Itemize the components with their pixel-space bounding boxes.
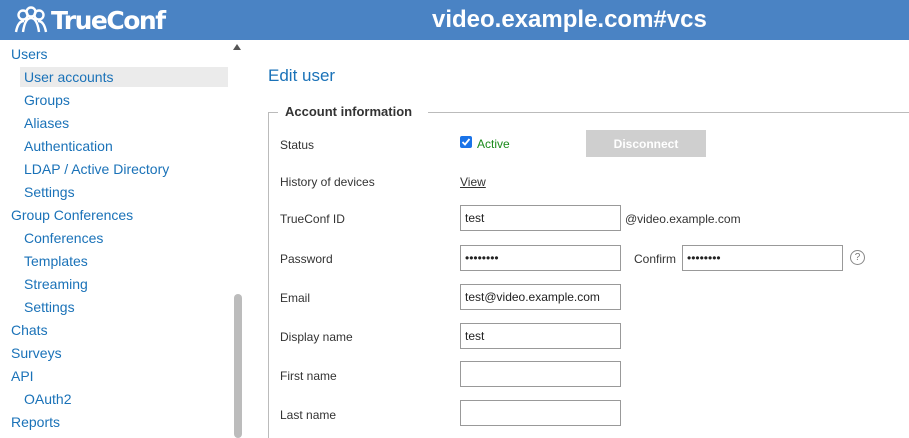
sidebar-item-groups[interactable]: Groups [24,90,70,110]
last-name-label: Last name [280,408,337,422]
history-label: History of devices [280,175,375,189]
email-label: Email [280,291,311,305]
sidebar-item-templates[interactable]: Templates [24,251,88,271]
sidebar-item-ldap[interactable]: LDAP / Active Directory [24,159,169,179]
trueconf-id-input[interactable] [460,205,621,231]
sidebar-item-users[interactable]: Users [11,44,48,64]
logo-people-icon [14,6,48,33]
sidebar-item-aliases[interactable]: Aliases [24,113,69,133]
trueconf-id-label: TrueConf ID [280,212,345,226]
confirm-password-input[interactable] [682,245,843,271]
sidebar-item-reports[interactable]: Reports [11,412,60,432]
first-name-input[interactable] [460,361,621,387]
section-title: Account information [285,104,413,119]
sidebar-item-oauth2[interactable]: OAuth2 [24,389,71,409]
sidebar-item-chats[interactable]: Chats [11,320,48,340]
display-name-label: Display name [280,330,353,344]
sidebar-item-group-conferences[interactable]: Group Conferences [11,205,133,225]
display-name-input[interactable] [460,323,621,349]
sidebar-item-conferences[interactable]: Conferences [24,228,103,248]
view-history-link[interactable]: View [460,175,486,189]
sidebar-item-streaming[interactable]: Streaming [24,274,88,294]
app-header: TrueConf video.example.com#vcs [0,0,909,40]
confirm-label: Confirm [634,252,677,266]
logo-text: TrueConf [51,5,166,35]
active-label[interactable]: Active [477,137,510,151]
fieldset-border [268,112,278,113]
email-input[interactable] [460,284,621,310]
fieldset-border [428,112,909,113]
scroll-up-arrow-icon[interactable] [233,44,241,50]
active-checkbox[interactable] [460,136,472,148]
last-name-input[interactable] [460,400,621,426]
sidebar-item-surveys[interactable]: Surveys [11,343,62,363]
status-label: Status [280,138,315,152]
server-title: video.example.com#vcs [432,6,707,33]
password-label: Password [280,252,333,266]
help-icon[interactable]: ? [850,250,865,265]
password-input[interactable] [460,245,621,271]
first-name-label: First name [280,369,337,383]
sidebar-scrollbar-thumb[interactable] [234,294,242,438]
trueconf-logo[interactable]: TrueConf [14,4,166,36]
sidebar: Users User accounts Groups Aliases Authe… [0,40,248,438]
sidebar-item-api[interactable]: API [11,366,34,386]
checkmark-icon [461,138,471,146]
disconnect-button[interactable]: Disconnect [586,130,706,157]
sidebar-item-authentication[interactable]: Authentication [24,136,113,156]
domain-suffix: @video.example.com [625,212,741,226]
fieldset-border [268,112,269,438]
sidebar-item-conference-settings[interactable]: Settings [24,297,75,317]
page-title: Edit user [268,66,336,85]
sidebar-item-user-accounts[interactable]: User accounts [20,67,228,87]
sidebar-item-user-settings[interactable]: Settings [24,182,75,202]
